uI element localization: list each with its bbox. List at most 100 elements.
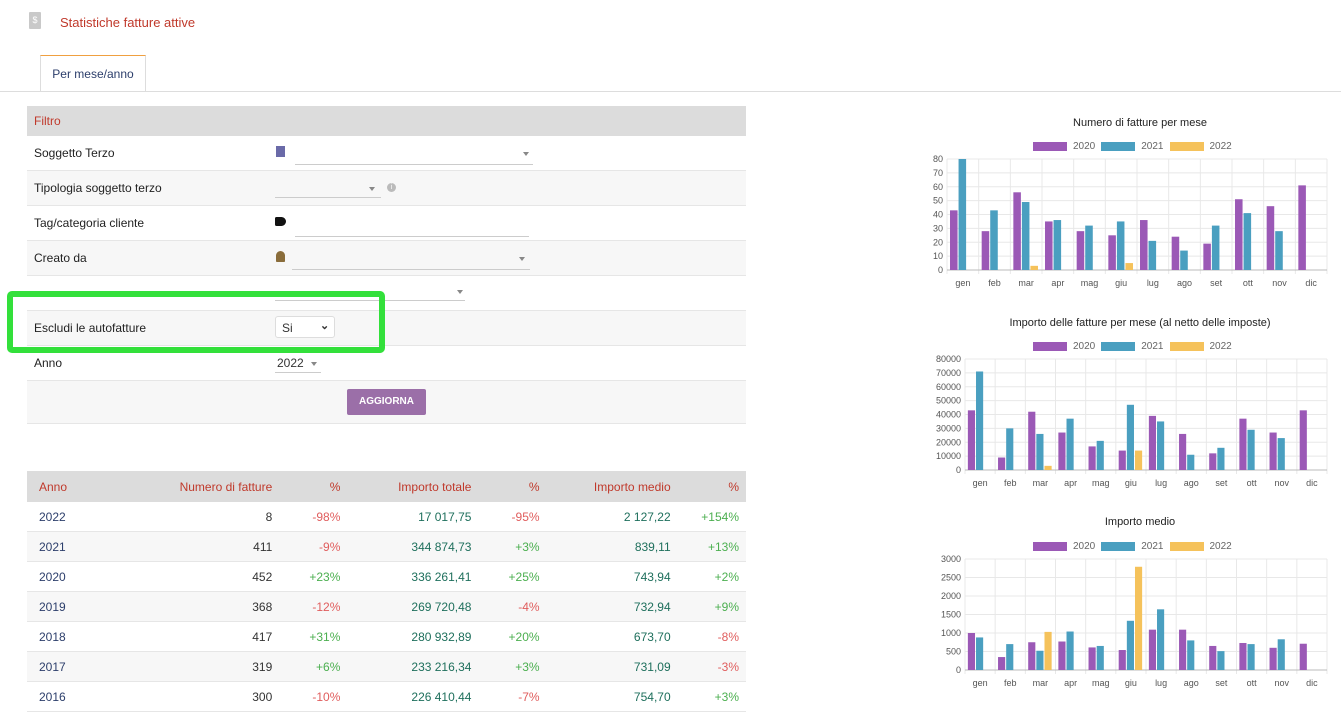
- bar-2022-mar: [1030, 265, 1038, 270]
- cell-pct-2: -95%: [478, 502, 547, 532]
- cell-anno[interactable]: 2016: [27, 681, 129, 712]
- x-tick-label: mar: [1033, 478, 1049, 488]
- bar-2020-set: [1209, 453, 1217, 470]
- legend-swatch: [1169, 142, 1204, 151]
- x-tick-label: feb: [1004, 678, 1017, 688]
- tab-per-mese-anno[interactable]: Per mese/anno: [40, 55, 146, 92]
- x-tick-label: apr: [1064, 678, 1077, 688]
- tipologia-select[interactable]: [275, 179, 381, 198]
- x-tick-label: gen: [955, 278, 970, 288]
- tag-input[interactable]: [295, 218, 529, 237]
- cell-anno[interactable]: 2019: [27, 591, 129, 622]
- bar-2022-giu: [1134, 566, 1143, 670]
- bar-2020-mar: [1013, 192, 1021, 270]
- y-tick-label: 0: [938, 265, 943, 275]
- cell-numero: 300: [128, 681, 280, 712]
- cell-anno[interactable]: 2018: [27, 621, 129, 652]
- info-icon[interactable]: i: [387, 183, 396, 192]
- bar-2020-feb: [998, 657, 1006, 670]
- legend-swatch: [1169, 342, 1204, 351]
- legend-label: 2020: [1073, 541, 1096, 552]
- user-icon: [276, 251, 285, 262]
- cell-pct-2: +25%: [478, 561, 547, 592]
- soggetto-label: Soggetto Terzo: [34, 146, 115, 160]
- cell-importo-totale: 269 720,48: [347, 591, 479, 622]
- x-tick-label: set: [1215, 478, 1228, 488]
- creato-label: Creato da: [34, 251, 87, 265]
- bar-2021-gen: [958, 159, 967, 270]
- bar-2021-ago: [1180, 250, 1188, 270]
- bar-2020-ott: [1239, 418, 1247, 470]
- col-importo-medio[interactable]: Importo medio: [546, 471, 678, 502]
- x-tick-label: mag: [1092, 478, 1110, 488]
- anno-select[interactable]: 2022: [275, 354, 321, 373]
- cell-pct-2: +3%: [478, 651, 547, 682]
- aggiorna-button[interactable]: AGGIORNA: [347, 389, 426, 415]
- bar-2020-feb: [998, 457, 1006, 470]
- y-tick-label: 20000: [936, 437, 961, 447]
- cell-numero: 417: [128, 621, 280, 652]
- chart-2-title: Importo delle fatture per mese (al netto…: [1009, 317, 1271, 329]
- cell-importo-medio: 673,70: [546, 621, 678, 652]
- col-importo-totale[interactable]: Importo totale: [347, 471, 479, 502]
- bar-2021-mar: [1036, 433, 1044, 470]
- bar-2021-giu: [1126, 404, 1134, 470]
- bar-2020-apr: [1045, 221, 1053, 270]
- soggetto-select[interactable]: [295, 146, 533, 165]
- legend-label: 2020: [1073, 341, 1096, 352]
- bar-2020-set: [1209, 645, 1217, 670]
- chart-importo-medio: 0 500 1000 1500 2000 2500 3000 gen feb mar apr mag g…: [941, 554, 1328, 688]
- col-pct-1[interactable]: %: [279, 471, 348, 502]
- x-tick-label: mar: [1033, 678, 1049, 688]
- table-row: 2020 452 +23% 336 261,41 +25% 743,94 +2%: [27, 561, 746, 592]
- cell-anno[interactable]: 2017: [27, 651, 129, 682]
- bar-2021-mar: [1036, 650, 1044, 670]
- table-row: 2021 411 -9% 344 874,73 +3% 839,11 +13%: [27, 531, 746, 562]
- cell-anno[interactable]: 2021: [27, 531, 129, 562]
- cell-pct-1: -98%: [279, 502, 348, 532]
- cell-pct-1: -10%: [279, 681, 348, 712]
- page-title: Statistiche fatture attive: [60, 15, 196, 30]
- bar-2021-gen: [976, 637, 984, 670]
- cell-pct-2: +3%: [478, 531, 547, 562]
- cell-importo-medio: 743,94: [546, 561, 678, 592]
- bar-2021-giu: [1116, 221, 1125, 270]
- cell-pct-1: -12%: [279, 591, 348, 622]
- legend-swatch: [1033, 142, 1067, 151]
- chevron-down-icon: [457, 290, 463, 294]
- cell-pct-1: +31%: [279, 621, 348, 652]
- y-tick-label: 10000: [936, 451, 961, 461]
- col-pct-2[interactable]: %: [478, 471, 547, 502]
- bar-2020-nov: [1269, 647, 1277, 670]
- anno-value: 2022: [277, 356, 304, 370]
- y-tick-label: 0: [956, 665, 961, 675]
- y-tick-label: 70000: [936, 368, 961, 378]
- bar-2020-gen: [967, 633, 976, 670]
- col-numero[interactable]: Numero di fatture: [128, 471, 280, 502]
- stats-table: Anno Numero di fatture % Importo totale …: [27, 471, 746, 712]
- x-tick-label: apr: [1051, 278, 1064, 288]
- creato-select[interactable]: [292, 251, 530, 270]
- cell-numero: 411: [128, 531, 280, 562]
- chart-1-title: Numero di fatture per mese: [1073, 117, 1207, 129]
- legend-swatch: [1169, 542, 1204, 551]
- tag-icon: [275, 217, 286, 226]
- cell-anno[interactable]: 2020: [27, 561, 129, 592]
- x-tick-label: giu: [1125, 478, 1137, 488]
- x-tick-label: nov: [1272, 278, 1287, 288]
- cell-pct-1: -9%: [279, 531, 348, 562]
- cell-importo-totale: 336 261,41: [347, 561, 479, 592]
- table-row: 2019 368 -12% 269 720,48 -4% 732,94 +9%: [27, 591, 746, 622]
- bar-2020-dic: [1298, 185, 1306, 270]
- cell-pct-2: +20%: [478, 621, 547, 652]
- bar-2022-giu: [1125, 263, 1133, 270]
- col-pct-3[interactable]: %: [677, 471, 746, 502]
- bar-2020-nov: [1269, 432, 1277, 470]
- bar-2020-giu: [1108, 235, 1116, 270]
- legend-label: 2020: [1073, 141, 1096, 152]
- cell-anno[interactable]: 2022: [27, 502, 129, 532]
- col-anno[interactable]: Anno: [27, 471, 129, 502]
- bar-2021-feb: [1006, 644, 1014, 670]
- table-header-row: Anno Numero di fatture % Importo totale …: [27, 471, 746, 502]
- chevron-down-icon: [519, 257, 525, 261]
